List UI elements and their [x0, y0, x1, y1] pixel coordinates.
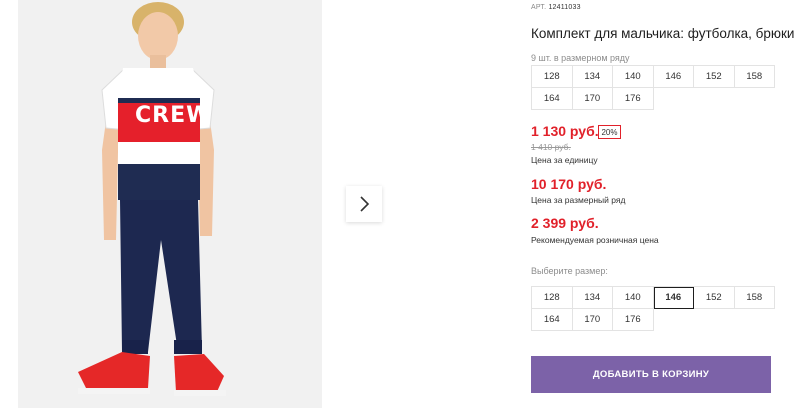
size-option-128[interactable]: 128 [532, 287, 573, 309]
discount-badge: 20% [598, 125, 621, 139]
size-option-152[interactable]: 152 [694, 287, 735, 309]
size-option-134[interactable]: 134 [572, 287, 613, 309]
add-to-cart-button[interactable]: ДОБАВИТЬ В КОРЗИНУ [531, 356, 771, 393]
pack-size-cell: 170 [572, 88, 613, 110]
pack-size-cell: 134 [572, 66, 613, 88]
pack-size-cell: 158 [734, 66, 775, 88]
unit-price: 1 130 руб. [531, 123, 599, 139]
article-label: АРТ. [531, 4, 547, 11]
size-option-140[interactable]: 140 [613, 287, 654, 309]
chevron-right-icon [360, 196, 370, 212]
pack-size-cell: 176 [613, 88, 654, 110]
tshirt-print-text: CREW [135, 103, 212, 128]
size-option-158[interactable]: 158 [734, 287, 775, 309]
size-select-caption: Выберите размер: [531, 266, 608, 276]
pack-size-cell: 146 [653, 66, 694, 88]
pack-size-cell: 164 [532, 88, 573, 110]
boy-illustration [18, 0, 322, 408]
size-option-176[interactable]: 176 [613, 309, 654, 331]
pack-size-grid: 128 134 140 146 152 158 164 170 176 [531, 65, 775, 110]
size-option-146-selected[interactable]: 146 [653, 287, 694, 309]
retail-price: 2 399 руб. [531, 215, 599, 231]
retail-price-note: Рекомендуемая розничная цена [531, 235, 659, 245]
next-photo-button[interactable] [346, 186, 382, 222]
pack-size-cell: 128 [532, 66, 573, 88]
size-select-grid: 128 134 140 146 152 158 164 170 176 [531, 286, 775, 331]
product-title: Комплект для мальчика: футболка, брюки [531, 26, 795, 41]
pack-caption: 9 шт. в размерном ряду [531, 53, 630, 63]
article-number: АРТ. 12411033 [531, 4, 581, 11]
old-price: 1 410 руб. [531, 142, 571, 152]
row-price: 10 170 руб. [531, 176, 607, 192]
pack-size-cell: 152 [694, 66, 735, 88]
product-photo: CREW [18, 0, 322, 408]
unit-price-note: Цена за единицу [531, 155, 598, 165]
pack-size-cell: 140 [613, 66, 654, 88]
size-option-170[interactable]: 170 [572, 309, 613, 331]
article-value: 12411033 [548, 4, 581, 11]
size-option-164[interactable]: 164 [532, 309, 573, 331]
row-price-note: Цена за размерный ряд [531, 195, 626, 205]
